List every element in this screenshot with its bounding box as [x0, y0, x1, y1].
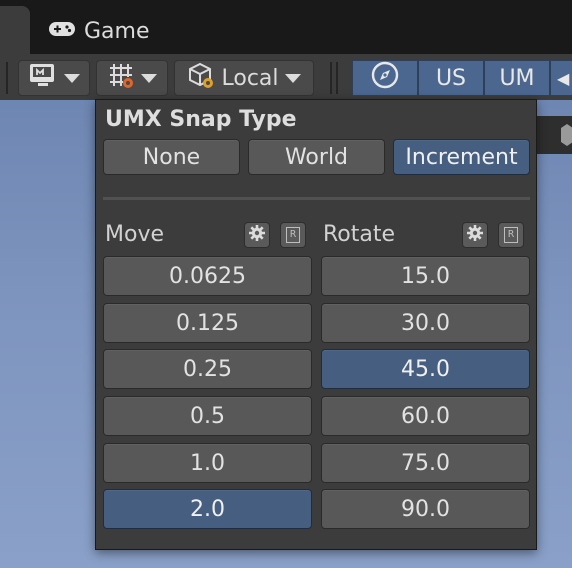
chevron-down-icon — [284, 73, 301, 83]
tab-bar: Game — [0, 0, 572, 54]
scene-toolbar: Local US UM ◀ — [0, 54, 572, 103]
rotate-increment-button[interactable]: 15.0 — [321, 256, 530, 296]
button-label: 0.125 — [176, 310, 239, 336]
view-options-dropdown[interactable] — [18, 60, 90, 96]
reset-icon: R — [504, 227, 518, 243]
chevron-down-icon — [141, 73, 157, 83]
us-toggle-button[interactable]: US — [418, 60, 484, 96]
move-increment-button[interactable]: 1.0 — [103, 443, 312, 483]
rotate-increment-button[interactable]: 75.0 — [321, 443, 530, 483]
move-increment-button[interactable]: 0.5 — [103, 396, 312, 436]
local-label: Local — [221, 65, 279, 91]
move-increment-button[interactable]: 0.25 — [103, 349, 312, 389]
cube-icon — [537, 124, 572, 158]
scene-overlay-toolbar — [537, 116, 572, 154]
snap-type-world-button[interactable]: World — [248, 139, 385, 175]
arrow-icon: ◀ — [557, 68, 570, 88]
button-label: 0.25 — [183, 356, 232, 382]
move-increment-button[interactable]: 2.0 — [103, 489, 312, 529]
toolbar-separator — [330, 62, 332, 94]
button-label: 15.0 — [401, 263, 450, 289]
button-label: World — [284, 144, 349, 170]
tab-game[interactable]: Game — [48, 17, 150, 45]
rotate-increment-button[interactable]: 90.0 — [321, 489, 530, 529]
button-label: 0.5 — [190, 403, 225, 429]
rotate-increment-button[interactable]: 30.0 — [321, 303, 530, 343]
overflow-toggle-button[interactable]: ◀ — [550, 60, 572, 96]
panel-title: UMX Snap Type — [105, 107, 297, 132]
um-label: UM — [499, 65, 535, 91]
button-label: Increment — [405, 144, 518, 170]
monitor-icon — [28, 62, 58, 94]
tab-scene[interactable] — [0, 6, 30, 54]
move-label: Move — [105, 222, 164, 247]
button-label: 1.0 — [190, 450, 225, 476]
gamepad-icon — [48, 19, 76, 44]
snap-settings-popup: UMX Snap Type None World Increment Move … — [95, 99, 537, 550]
button-label: None — [142, 144, 201, 170]
rotate-increment-button[interactable]: 60.0 — [321, 396, 530, 436]
button-label: 0.0625 — [169, 263, 246, 289]
move-reset-button[interactable]: R — [280, 222, 306, 248]
grid-snap-icon — [107, 61, 135, 95]
button-label: 90.0 — [401, 496, 450, 522]
move-settings-button[interactable] — [244, 222, 270, 248]
snap-type-none-button[interactable]: None — [103, 139, 240, 175]
chevron-down-icon — [64, 73, 80, 83]
snap-settings-dropdown[interactable] — [96, 60, 168, 96]
orientation-button[interactable] — [352, 60, 418, 96]
us-label: US — [435, 65, 467, 91]
um-toggle-button[interactable]: UM — [484, 60, 550, 96]
pivot-rotation-dropdown[interactable]: Local — [174, 60, 314, 96]
tab-game-label: Game — [84, 18, 150, 44]
button-label: 2.0 — [190, 496, 225, 522]
gear-icon — [466, 224, 484, 246]
rotate-label: Rotate — [323, 222, 396, 247]
gear-icon — [248, 224, 266, 246]
move-increment-button[interactable]: 0.125 — [103, 303, 312, 343]
button-label: 75.0 — [401, 450, 450, 476]
rotate-increment-button[interactable]: 45.0 — [321, 349, 530, 389]
toolbar-separator — [6, 62, 8, 94]
button-label: 30.0 — [401, 310, 450, 336]
button-label: 45.0 — [401, 356, 450, 382]
button-label: 60.0 — [401, 403, 450, 429]
rotate-settings-button[interactable] — [462, 222, 488, 248]
move-increment-button[interactable]: 0.0625 — [103, 256, 312, 296]
snap-type-increment-button[interactable]: Increment — [393, 139, 530, 175]
local-cube-icon — [187, 61, 215, 95]
divider — [103, 197, 530, 200]
toolbar-separator — [336, 62, 338, 94]
rotate-reset-button[interactable]: R — [498, 222, 524, 248]
reset-icon: R — [286, 227, 300, 243]
compass-icon — [370, 60, 400, 96]
